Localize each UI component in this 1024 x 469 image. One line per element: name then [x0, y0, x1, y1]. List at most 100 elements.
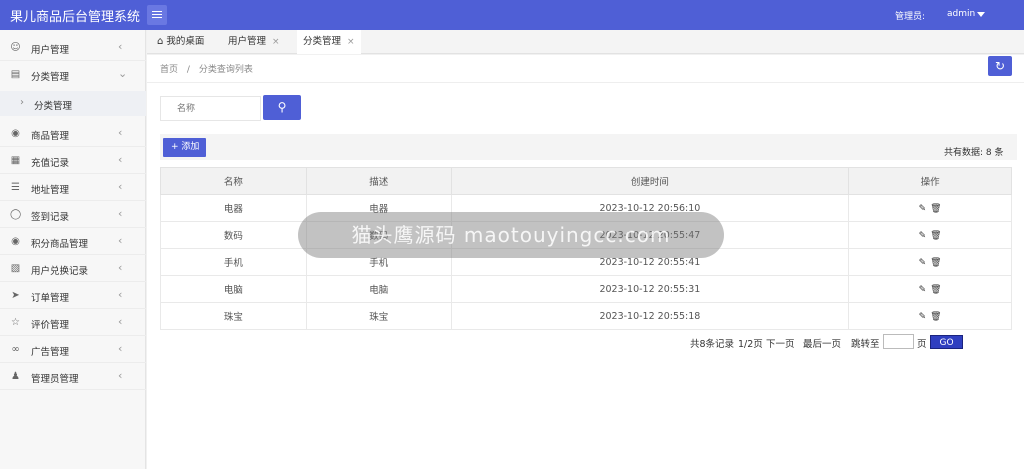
pager-page-info: 1/2页	[738, 339, 763, 350]
sidebar-item-review-management[interactable]: ☆ 评价管理 ‹	[0, 309, 146, 336]
tab-label: 我的桌面	[166, 36, 205, 47]
chevron-left-icon: ‹	[118, 207, 123, 220]
palette-icon: ◉	[11, 236, 20, 247]
tab-label: 用户管理	[228, 36, 267, 47]
go-button[interactable]: GO	[930, 335, 963, 349]
search-button[interactable]: ⚲	[263, 95, 301, 120]
edit-icon[interactable]: ✎	[919, 285, 927, 295]
edit-icon[interactable]: ✎	[919, 231, 927, 241]
plus-icon: +	[171, 142, 179, 152]
cell-created-time: 2023-10-12 20:55:18	[450, 302, 850, 330]
cell-name: 电脑	[160, 275, 307, 303]
edit-icon[interactable]: ✎	[919, 312, 927, 322]
pager-last-link[interactable]: 最后一页	[803, 336, 841, 350]
sidebar-item-points-product-management[interactable]: ◉ 积分商品管理 ‹	[0, 228, 146, 255]
close-icon[interactable]: ×	[272, 37, 280, 47]
palette-icon: ◉	[11, 128, 20, 139]
breadcrumb-separator: /	[186, 65, 190, 75]
delete-icon[interactable]: 🗑	[930, 231, 941, 241]
cell-actions: ✎ 🗑	[848, 221, 1012, 249]
chevron-left-icon: ‹	[118, 369, 123, 382]
sidebar-item-label: 积分商品管理	[31, 239, 89, 250]
sidebar-item-order-management[interactable]: ➤ 订单管理 ‹	[0, 282, 146, 309]
sidebar-item-label: 商品管理	[31, 131, 70, 142]
layers-icon: ☰	[11, 182, 20, 193]
close-icon[interactable]: ×	[347, 37, 355, 47]
shield-icon: ◯	[10, 209, 22, 220]
tab-category-management[interactable]: 分类管理 ×	[297, 30, 361, 54]
menu-toggle-button[interactable]	[147, 5, 167, 25]
tab-user-management[interactable]: 用户管理 ×	[222, 30, 286, 54]
sidebar-item-label: 评价管理	[31, 320, 70, 331]
cell-actions: ✎ 🗑	[848, 248, 1012, 276]
add-button-label: 添加	[181, 142, 200, 152]
chevron-left-icon: ‹	[118, 234, 123, 247]
sidebar-item-label: 分类管理	[31, 72, 70, 83]
document-icon: ▧	[10, 263, 21, 274]
top-header: 果儿商品后台管理系统 管理员: admin	[0, 0, 1024, 30]
delete-icon[interactable]: 🗑	[930, 258, 941, 268]
cell-name: 电器	[160, 194, 307, 222]
sidebar-item-address-management[interactable]: ☰ 地址管理 ‹	[0, 174, 146, 201]
add-button[interactable]: + 添加	[163, 138, 206, 157]
sidebar-item-checkin-records[interactable]: ◯ 签到记录 ‹	[0, 201, 146, 228]
sidebar-item-product-management[interactable]: ◉ 商品管理 ‹	[0, 120, 146, 147]
toolbar	[160, 134, 1017, 160]
caret-down-icon[interactable]	[977, 12, 985, 17]
pager-next-link[interactable]: 下一页	[766, 336, 795, 350]
admin-label: 管理员:	[895, 12, 926, 22]
sidebar-item-ad-management[interactable]: ∞ 广告管理 ‹	[0, 336, 146, 363]
search-input[interactable]	[160, 96, 261, 121]
main-content: 首页 / 分类查询列表 ↻ ⚲ + 添加 共有数据: 8 条 名称 描述 创建时…	[147, 55, 1024, 469]
jump-page-input[interactable]	[883, 334, 914, 349]
sidebar-item-label: 广告管理	[31, 347, 70, 358]
column-header-actions: 操作	[848, 167, 1012, 195]
watermark-overlay: 猫头鹰源码 maotouyingcc.com	[298, 212, 724, 258]
table-row: 电脑 电脑 2023-10-12 20:55:31 ✎ 🗑	[160, 275, 1012, 303]
sidebar-item-label: 订单管理	[31, 293, 70, 304]
star-icon: ☆	[11, 317, 20, 328]
sidebar-item-label: 地址管理	[31, 185, 70, 196]
chevron-left-icon: ‹	[118, 180, 123, 193]
delete-icon[interactable]: 🗑	[930, 204, 941, 214]
chevron-down-icon: ⌄	[118, 67, 128, 80]
sidebar-item-user-redemption-records[interactable]: ▧ 用户兑换记录 ‹	[0, 255, 146, 282]
sidebar-item-label: 签到记录	[31, 212, 70, 223]
chevron-left-icon: ‹	[118, 153, 123, 166]
cell-actions: ✎ 🗑	[848, 302, 1012, 330]
column-header-name: 名称	[160, 167, 307, 195]
cell-actions: ✎ 🗑	[848, 275, 1012, 303]
delete-icon[interactable]: 🗑	[930, 312, 941, 322]
chevron-right-icon: ›	[20, 97, 24, 108]
cell-created-time: 2023-10-12 20:55:31	[450, 275, 850, 303]
refresh-button[interactable]: ↻	[988, 56, 1012, 76]
breadcrumb-home[interactable]: 首页	[160, 65, 178, 75]
search-icon: ⚲	[277, 100, 287, 114]
breadcrumb-current: 分类查询列表	[198, 65, 253, 75]
home-icon: ⌂	[157, 36, 164, 47]
sidebar-item-category-management[interactable]: ▤ 分类管理 ⌄	[0, 61, 146, 88]
sidebar-item-label: 管理员管理	[31, 374, 79, 385]
delete-icon[interactable]: 🗑	[930, 285, 941, 295]
column-header-description: 描述	[305, 167, 452, 195]
tab-bar: ⌂ 我的桌面 用户管理 × 分类管理 ×	[147, 30, 1024, 54]
edit-icon[interactable]: ✎	[919, 258, 927, 268]
sidebar-subitem-category-management[interactable]: › 分类管理	[0, 91, 146, 116]
chevron-left-icon: ‹	[118, 342, 123, 355]
sidebar-item-admin-management[interactable]: ♟ 管理员管理 ‹	[0, 363, 146, 390]
admin-name-dropdown[interactable]: admin	[947, 9, 975, 19]
pager-page-unit: 页	[917, 339, 927, 350]
sidebar: ☺ 用户管理 ‹ ▤ 分类管理 ⌄ › 分类管理 ◉ 商品管理 ‹ ▦ 充值记录…	[0, 30, 146, 469]
breadcrumb: 首页 / 分类查询列表	[160, 62, 253, 75]
person-icon: ♟	[11, 371, 20, 382]
cell-description: 珠宝	[305, 302, 452, 330]
tab-label: 分类管理	[303, 36, 342, 47]
tab-my-desktop[interactable]: ⌂ 我的桌面	[151, 30, 210, 54]
sidebar-item-user-management[interactable]: ☺ 用户管理 ‹	[0, 34, 146, 61]
table-header-row: 名称 描述 创建时间 操作	[160, 167, 1012, 195]
sidebar-item-recharge-records[interactable]: ▦ 充值记录 ‹	[0, 147, 146, 174]
sidebar-subitem-label: 分类管理	[34, 101, 73, 112]
total-data-count: 共有数据: 8 条	[944, 148, 1004, 158]
edit-icon[interactable]: ✎	[919, 204, 927, 214]
chevron-left-icon: ‹	[118, 40, 123, 53]
